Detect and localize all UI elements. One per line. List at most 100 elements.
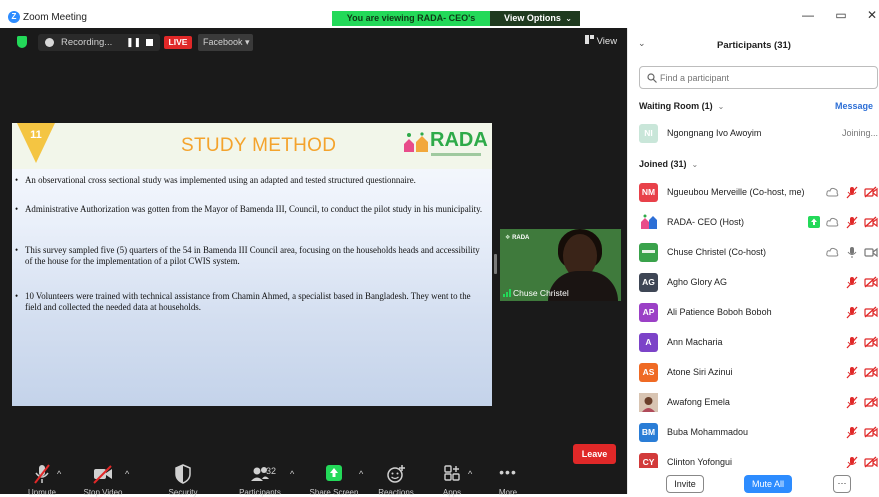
avatar: AG (639, 273, 658, 292)
participant-name: Awafong Emela (667, 397, 730, 407)
maximize-button[interactable]: ▭ (833, 8, 849, 22)
collapse-panel-button[interactable]: ⌄ (638, 38, 646, 49)
apps-button[interactable]: ^ Apps (422, 464, 482, 497)
participant-search[interactable] (639, 66, 878, 89)
waiting-participant-row[interactable]: NI Ngongnang Ivo Awoyim Joining... (639, 122, 878, 146)
pause-recording-button[interactable]: ❚❚ (126, 37, 141, 48)
chevron-up-icon[interactable]: ^ (359, 469, 363, 479)
video-off-icon (864, 426, 878, 438)
stream-target-dropdown[interactable]: Facebook ▾ (198, 34, 253, 51)
video-tile[interactable]: ❖ RADA Chuse Christel (500, 229, 621, 301)
reactions-label: Reactions (378, 488, 414, 497)
reactions-button[interactable]: Reactions (366, 464, 426, 497)
muted-mic-icon (846, 186, 858, 199)
muted-mic-icon (846, 276, 858, 289)
video-participant-name: Chuse Christel (513, 288, 569, 298)
more-dots-icon: ••• (499, 464, 517, 480)
muted-mic-icon (846, 426, 858, 439)
message-button[interactable]: Message (835, 101, 873, 111)
search-input[interactable] (660, 70, 870, 85)
video-off-icon (864, 336, 878, 348)
participant-row[interactable]: A Ann Macharia (639, 331, 878, 355)
more-options-button[interactable]: ··· (833, 475, 851, 493)
participant-name: Chuse Christel (Co-host) (667, 247, 767, 257)
close-button[interactable]: ✕ (864, 8, 879, 22)
minimize-button[interactable]: — (800, 8, 816, 22)
video-name-label: Chuse Christel (503, 288, 569, 298)
slide-bullet: Administrative Authorization was gotten … (25, 204, 483, 214)
encryption-shield-icon[interactable] (17, 36, 27, 48)
participants-panel: Participants (31) ⌄ Waiting Room (1) ⌄ Me… (627, 28, 879, 494)
cloud-record-icon (826, 187, 839, 197)
stop-recording-button[interactable] (146, 39, 153, 46)
signal-bars-icon (503, 289, 511, 297)
rada-logo-icon (641, 214, 657, 229)
avatar (639, 243, 658, 262)
waiting-room-header[interactable]: Waiting Room (1) ⌄ (639, 101, 724, 111)
slide-bullet: An observational cross sectional study w… (25, 175, 416, 185)
view-label: View (596, 36, 618, 47)
share-screen-icon (807, 216, 820, 228)
bullet-dot: • (15, 204, 19, 214)
participant-row[interactable]: BM Buba Mohammadou (639, 421, 878, 445)
view-options-button[interactable]: View Options ⌄ (490, 11, 580, 26)
chevron-up-icon[interactable]: ^ (468, 469, 472, 479)
unmute-button[interactable]: ^ Unmute (12, 464, 72, 497)
participant-name: Ann Macharia (667, 337, 723, 347)
participant-row[interactable]: AG Agho Glory AG (639, 271, 878, 295)
rada-logo-tagline (431, 153, 481, 156)
chevron-down-icon: ⌄ (565, 14, 572, 23)
meeting-area: Recording... ❚❚ LIVE Facebook ▾ View 11 … (0, 28, 627, 497)
security-button[interactable]: Security (153, 464, 213, 497)
participant-row[interactable]: RADA- CEO (Host) (639, 211, 878, 235)
chevron-up-icon[interactable]: ^ (290, 469, 294, 479)
grid-icon (585, 35, 594, 44)
chevron-up-icon[interactable]: ^ (57, 469, 61, 479)
avatar (639, 213, 658, 232)
chevron-down-icon: ⌄ (691, 160, 699, 169)
smiley-plus-icon (387, 465, 405, 483)
share-screen-button[interactable]: ^ Share Screen (304, 464, 364, 497)
view-button[interactable]: View (585, 35, 617, 47)
slide-title: STUDY METHOD (181, 135, 337, 156)
mute-all-button[interactable]: Mute All (744, 475, 792, 493)
title-bar: Z Zoom Meeting You are viewing RADA- CEO… (0, 0, 879, 38)
joined-header[interactable]: Joined (31) ⌄ (639, 159, 698, 169)
invite-button[interactable]: Invite (666, 475, 704, 493)
bullet-dot: • (15, 291, 19, 301)
start-video-button[interactable]: ^ Stop Video (73, 464, 133, 497)
rada-logo-icon (642, 250, 655, 253)
share-screen-icon (326, 465, 342, 481)
participants-button[interactable]: 32 ^ Participants (230, 464, 294, 497)
participant-name: RADA- CEO (Host) (667, 217, 745, 227)
security-label: Security (168, 488, 198, 497)
leave-button[interactable]: Leave (573, 444, 616, 464)
cloud-record-icon (826, 247, 839, 257)
video-off-icon (93, 465, 112, 484)
avatar: A (639, 333, 658, 352)
zoom-logo-icon: Z (8, 11, 20, 23)
participant-row[interactable]: AP Ali Patience Boboh Boboh (639, 301, 878, 325)
muted-mic-icon (846, 366, 858, 379)
video-camera-icon (864, 247, 878, 258)
participant-row[interactable]: Chuse Christel (Co-host) (639, 241, 878, 265)
bullet-dot: • (15, 245, 19, 255)
window-title: Zoom Meeting (23, 12, 87, 23)
participant-row[interactable]: NM Ngueubou Merveille (Co-host, me) (639, 181, 878, 205)
start-video-label: Stop Video (83, 488, 123, 497)
participants-title: Participants (31) (717, 40, 791, 51)
chevron-up-icon[interactable]: ^ (125, 469, 129, 479)
muted-mic-icon (846, 216, 858, 229)
recording-label: Recording... (61, 37, 113, 48)
participants-count: 32 (266, 466, 277, 476)
search-icon (647, 73, 657, 83)
participant-row[interactable]: Awafong Emela (639, 391, 878, 415)
shared-screen-slide: 11 STUDY METHOD RADA • An observational … (12, 123, 492, 406)
resize-handle[interactable] (494, 254, 497, 274)
live-badge[interactable]: LIVE (164, 36, 192, 49)
rada-logo-text: RADA (430, 129, 488, 151)
video-rada-logo: ❖ RADA (505, 235, 530, 241)
more-button[interactable]: ••• More (478, 464, 538, 497)
video-off-icon (864, 396, 878, 408)
participant-row[interactable]: AS Atone Siri Azinui (639, 361, 878, 385)
